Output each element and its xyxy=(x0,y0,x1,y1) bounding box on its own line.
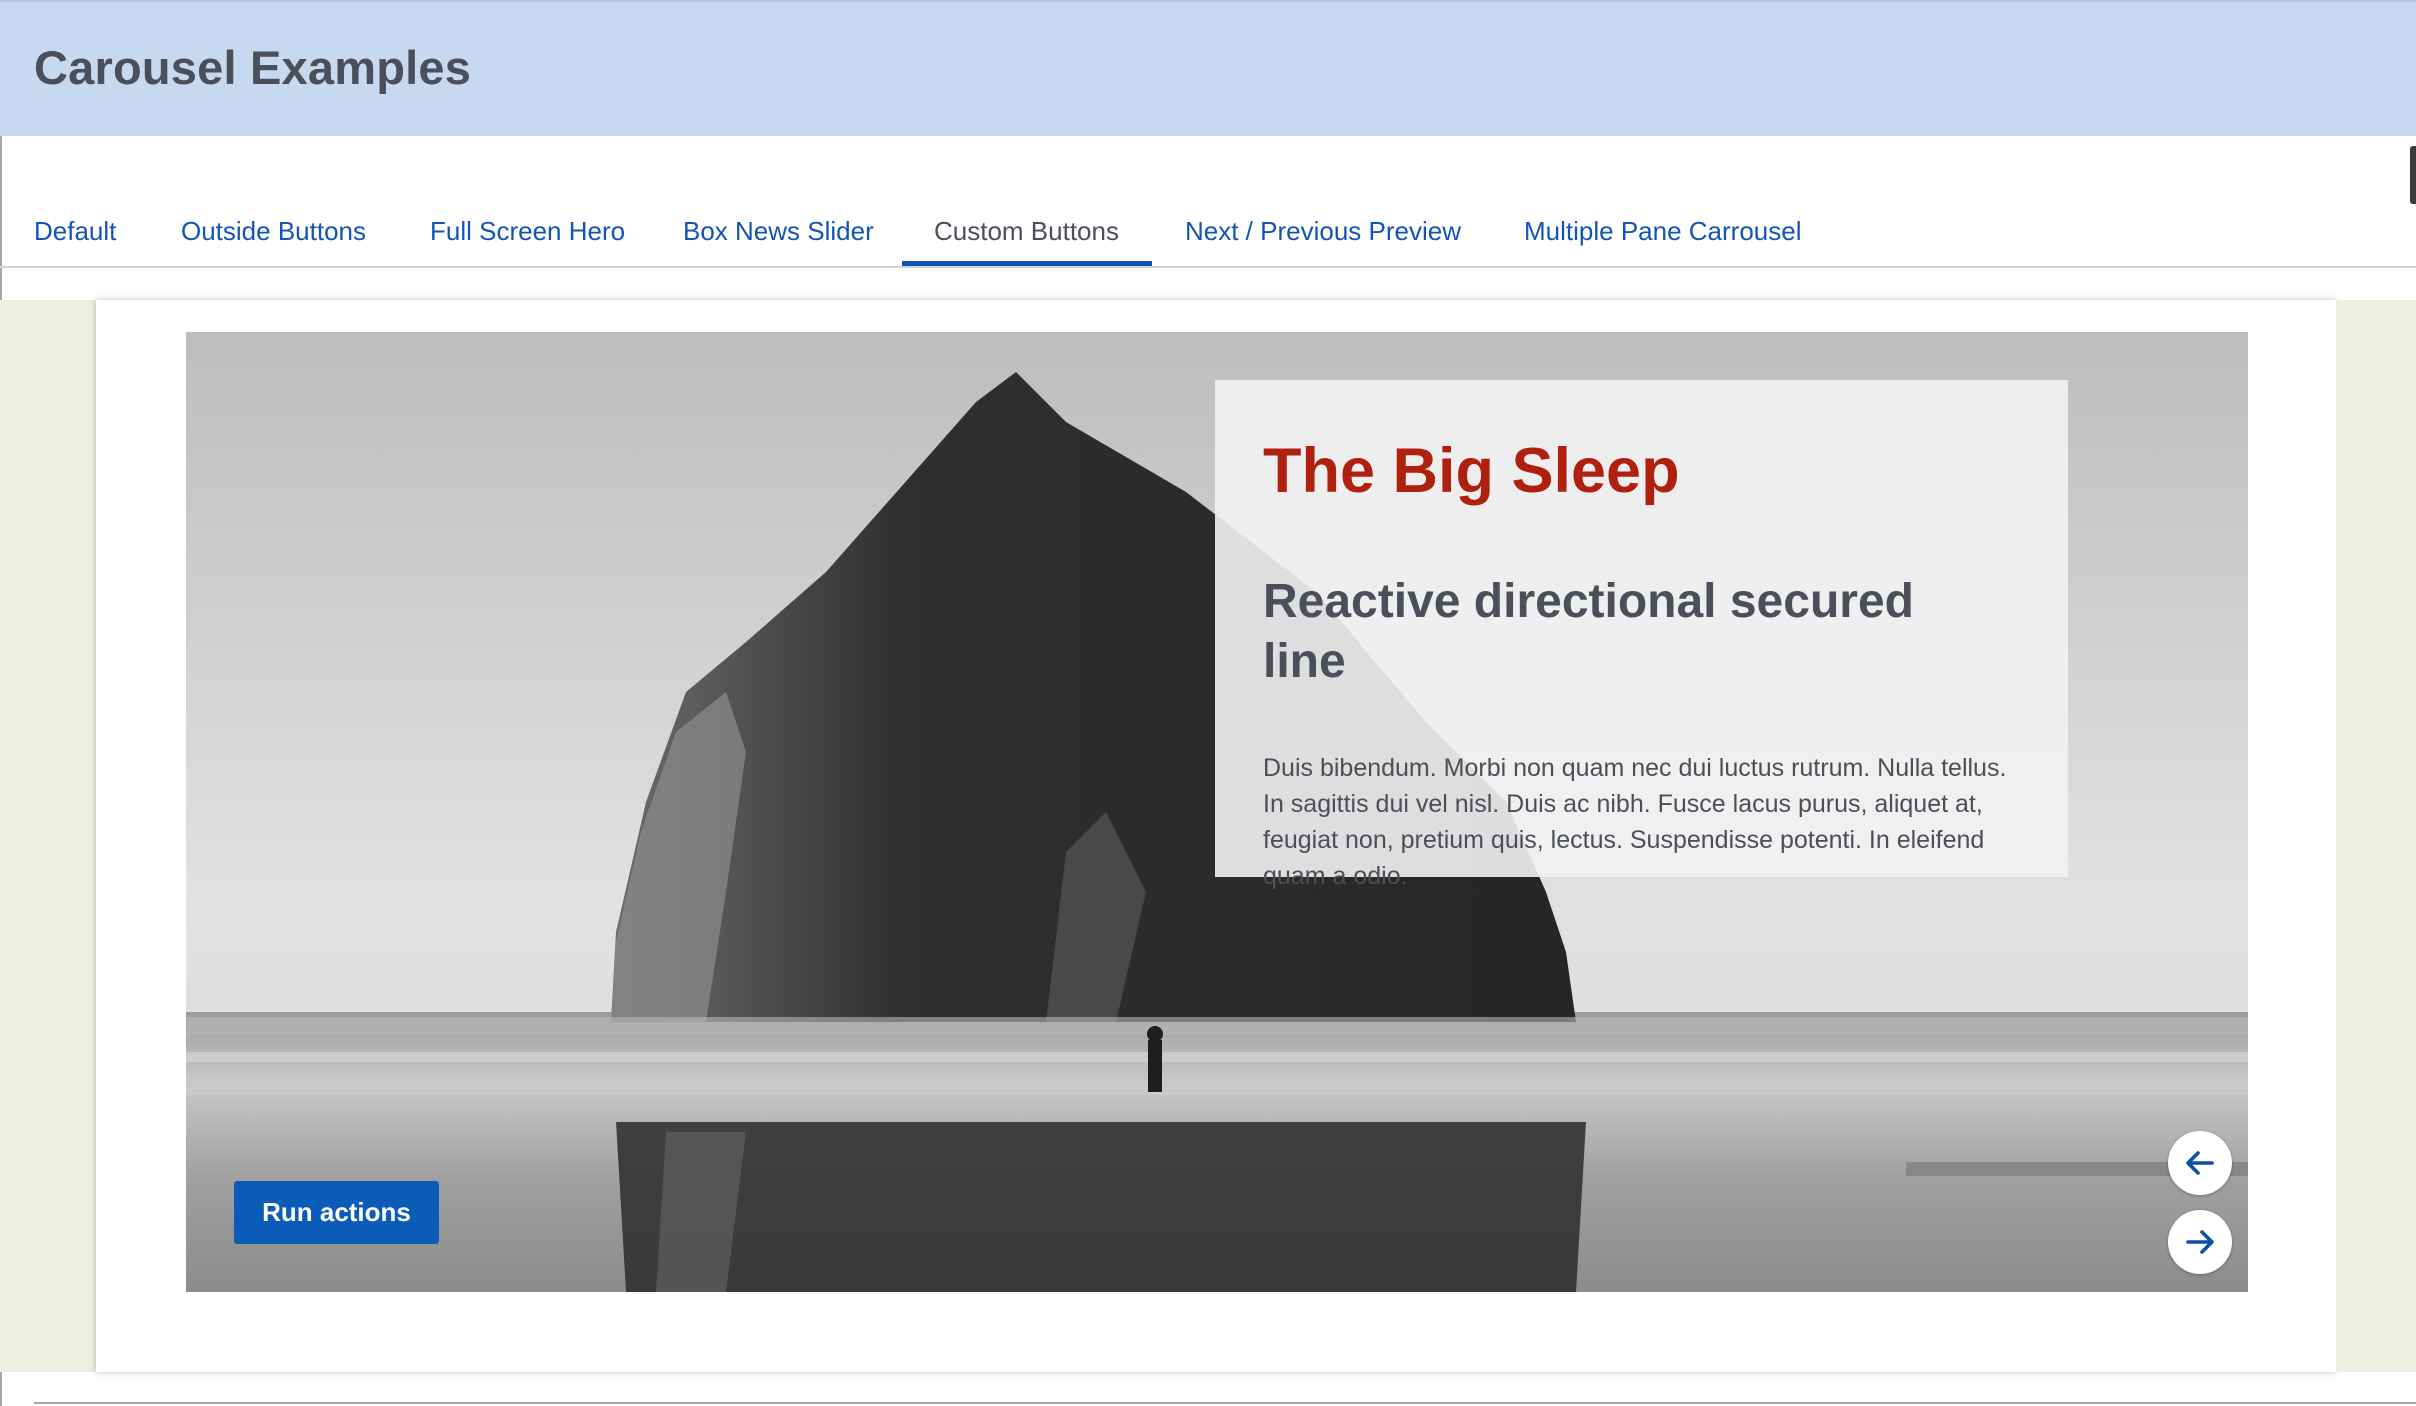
tab-box-news-slider[interactable]: Box News Slider xyxy=(683,212,874,250)
page-header: Carousel Examples xyxy=(0,0,2416,136)
page-title: Carousel Examples xyxy=(34,41,472,94)
tab-default[interactable]: Default xyxy=(34,212,116,250)
tab-full-screen-hero[interactable]: Full Screen Hero xyxy=(430,212,625,250)
active-tab-indicator xyxy=(902,261,1152,266)
tab-next-previous-preview[interactable]: Next / Previous Preview xyxy=(1185,212,1461,250)
slide-subtitle: Reactive directional secured line xyxy=(1263,575,1914,688)
previous-pane-preview xyxy=(0,300,96,1372)
slide-caption: The Big Sleep Reactive directional secur… xyxy=(1215,380,2068,890)
tab-bar: Default Outside Buttons Full Screen Hero… xyxy=(0,136,2416,268)
slide-body-text: Duis bibendum. Morbi non quam nec dui lu… xyxy=(1263,754,2007,890)
tab-multiple-pane-carrousel[interactable]: Multiple Pane Carrousel xyxy=(1524,212,1801,250)
arrow-left-icon xyxy=(2186,1151,2214,1175)
next-slide-button[interactable] xyxy=(2168,1210,2232,1274)
arrow-right-icon xyxy=(2186,1230,2214,1254)
next-pane-preview xyxy=(2336,300,2416,1372)
previous-slide-button[interactable] xyxy=(2168,1131,2232,1195)
run-actions-button[interactable]: Run actions xyxy=(234,1181,439,1244)
carousel-slide: The Big Sleep Reactive directional secur… xyxy=(186,332,2248,1292)
tab-custom-buttons[interactable]: Custom Buttons xyxy=(934,212,1119,250)
slide-title: The Big Sleep xyxy=(1263,436,1680,506)
footer-divider xyxy=(34,1402,2416,1404)
tab-outside-buttons[interactable]: Outside Buttons xyxy=(181,212,366,250)
